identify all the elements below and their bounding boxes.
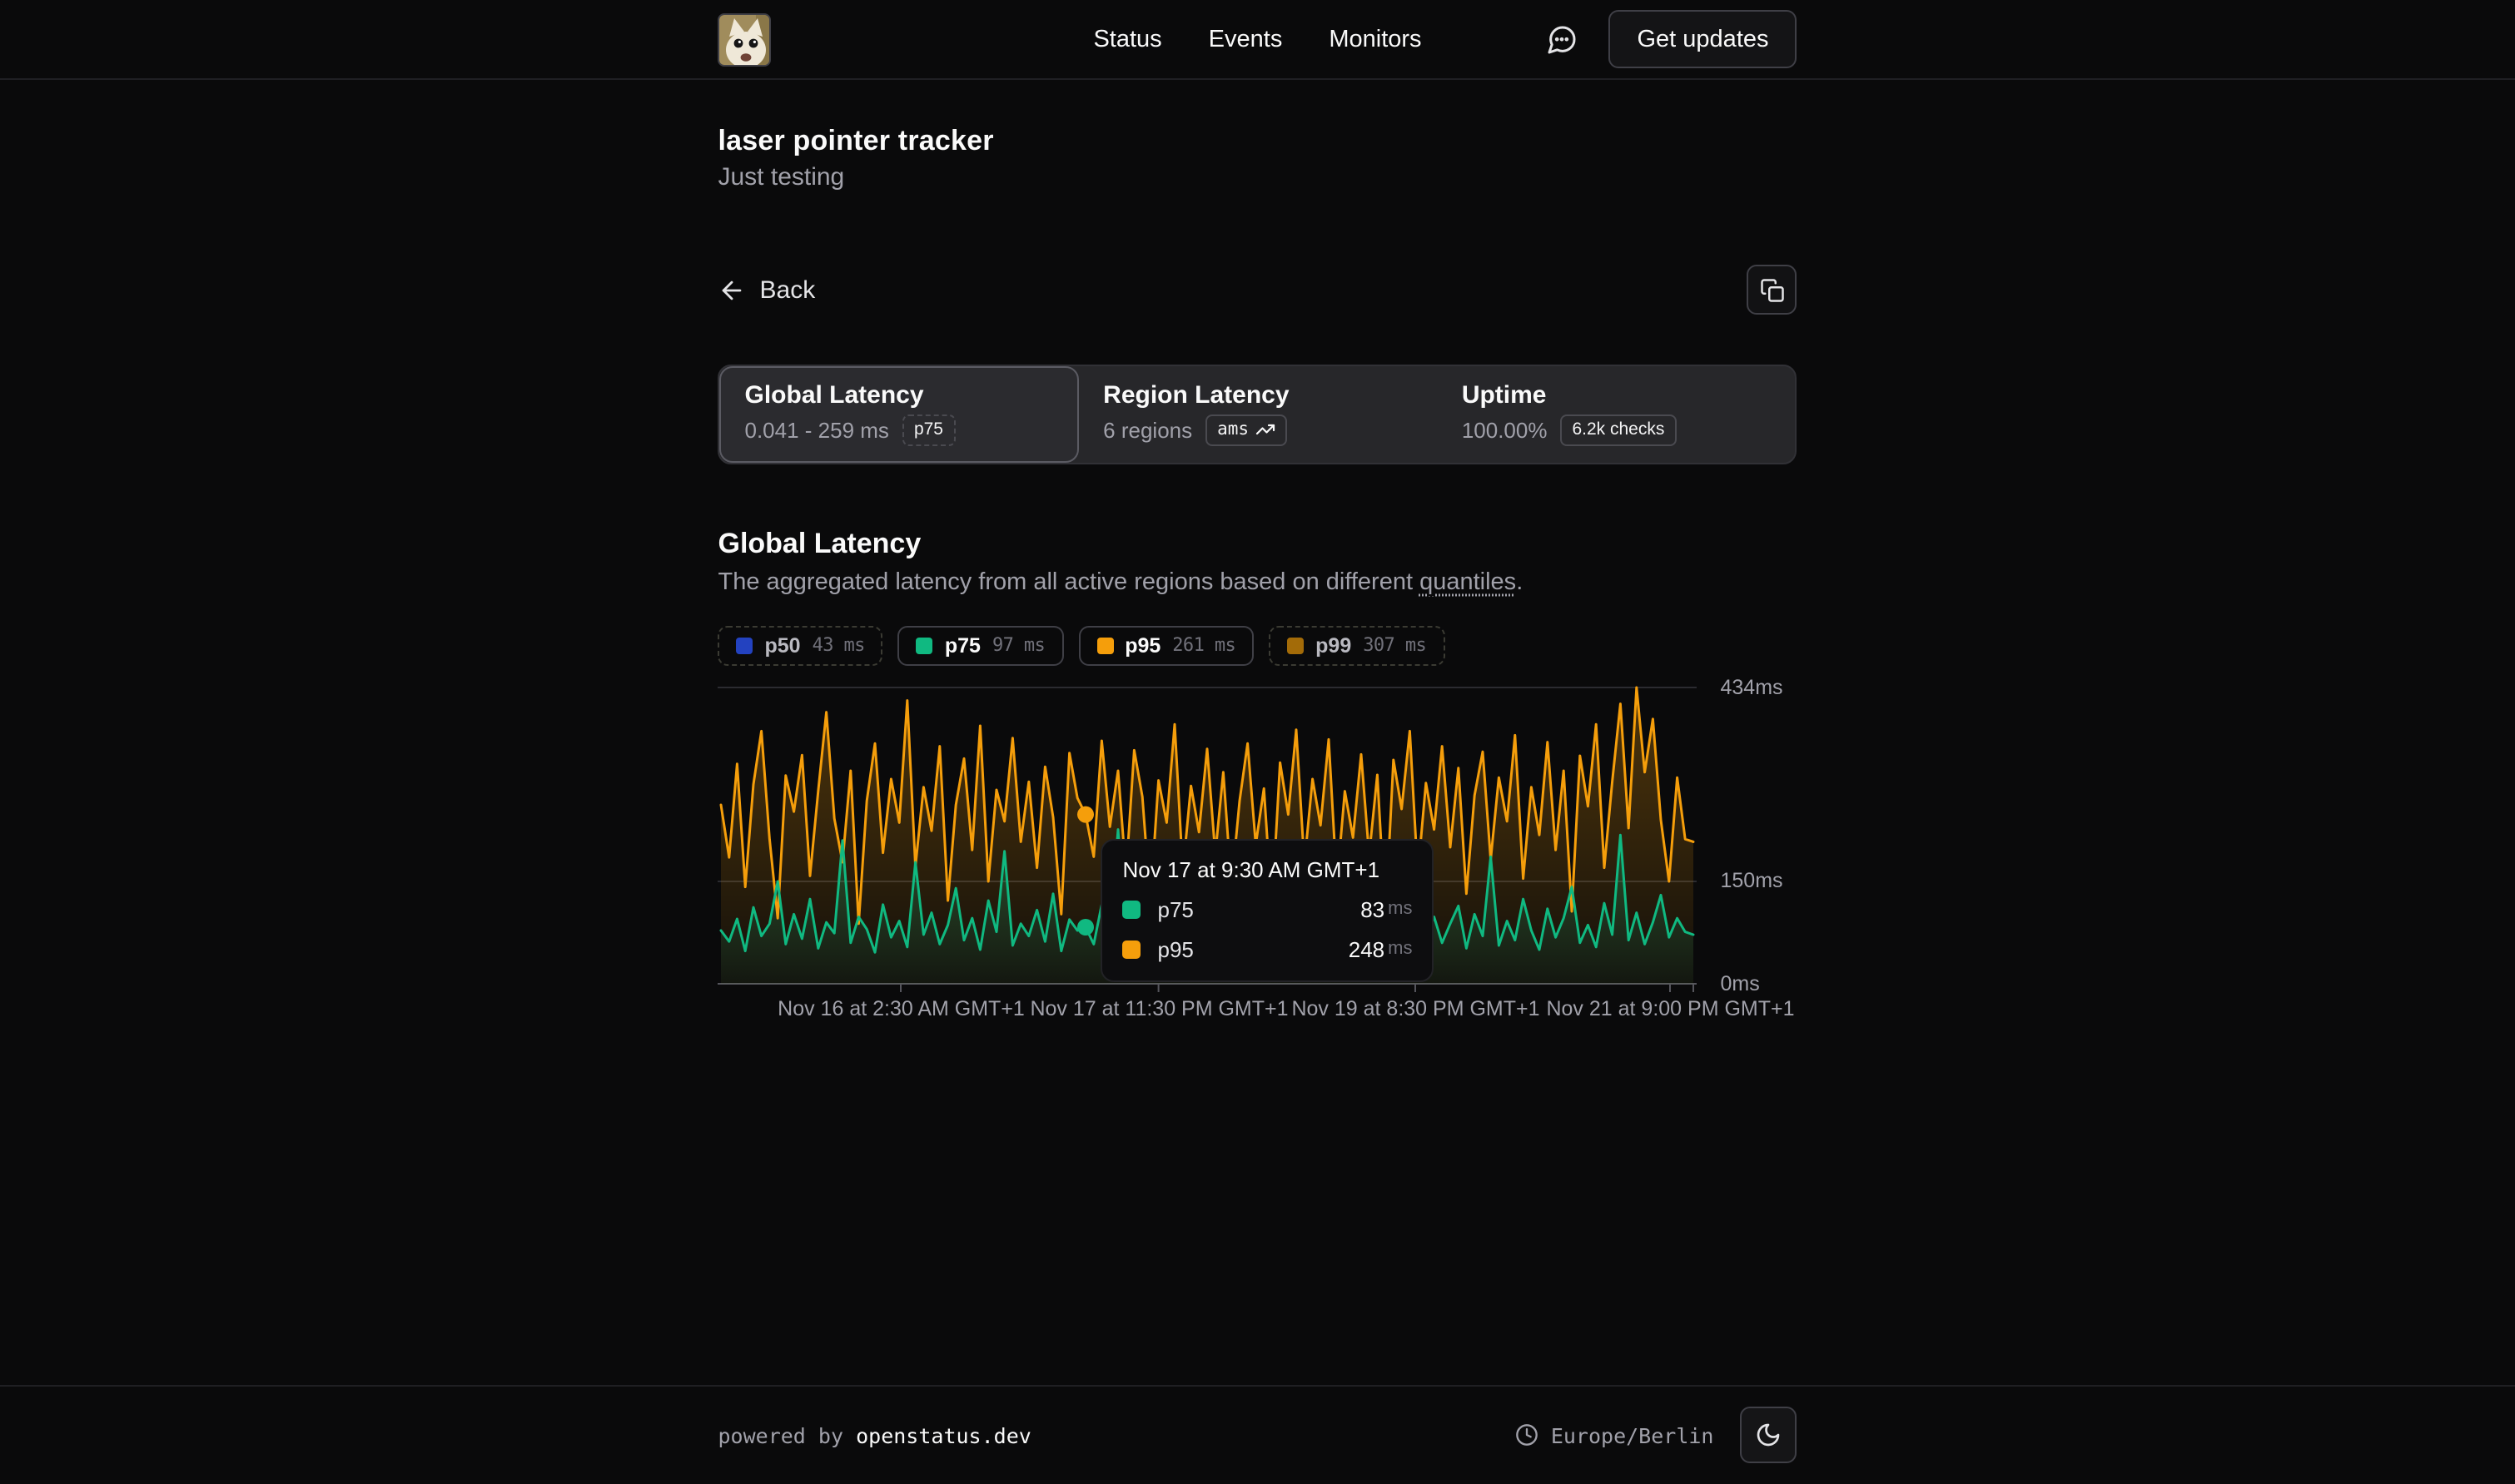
tooltip-value: 248 (1349, 936, 1384, 961)
p95-swatch (1096, 637, 1113, 653)
tab-uptime[interactable]: Uptime 100.00% 6.2k checks (1437, 366, 1796, 462)
legend-pill-p50[interactable]: p50 43 ms (718, 625, 883, 665)
section-desc-period: . (1516, 568, 1523, 595)
timezone: Europe/Berlin (1516, 1422, 1714, 1447)
tab-global-latency[interactable]: Global Latency 0.041 - 259 ms p75 (720, 366, 1079, 462)
legend-label: p99 (1315, 633, 1351, 657)
y-tick-zero: 0ms (1721, 971, 1760, 995)
x-tick-1: Nov 16 at 2:30 AM GMT+1 (778, 996, 1025, 1020)
x-tick-2: Nov 17 at 11:30 PM GMT+1 (1030, 996, 1288, 1020)
legend-pill-p95[interactable]: p95 261 ms (1078, 625, 1254, 665)
powered-by: powered by openstatus.dev (718, 1422, 1031, 1447)
legend-pill-p99[interactable]: p99 307 ms (1269, 625, 1444, 665)
theme-toggle-button[interactable] (1741, 1407, 1797, 1463)
nav-link-monitors[interactable]: Monitors (1329, 26, 1421, 52)
timezone-label: Europe/Berlin (1551, 1422, 1714, 1447)
section-description: The aggregated latency from all active r… (718, 568, 1797, 595)
back-link[interactable]: Back (718, 275, 816, 304)
nav-link-events[interactable]: Events (1209, 26, 1283, 52)
legend-label: p95 (1125, 633, 1161, 657)
tooltip-row-p75: p75 83 ms (1123, 896, 1413, 921)
x-tick-4: Nov 21 at 9:00 PM GMT+1 (1546, 996, 1794, 1020)
arrow-left-icon (718, 275, 747, 304)
legend-value: 307 ms (1363, 634, 1426, 656)
nav-link-status[interactable]: Status (1093, 26, 1161, 52)
quantile-badge: p75 (902, 414, 955, 445)
tab-value: 6 regions (1103, 418, 1192, 443)
chart-legend: p50 43 ms p75 97 ms p95 261 ms p99 307 m… (718, 625, 1797, 665)
tab-region-latency[interactable]: Region Latency 6 regions ams (1078, 366, 1437, 462)
legend-value: 43 ms (813, 634, 865, 656)
tooltip-unit: ms (1388, 939, 1412, 959)
region-badge: ams (1205, 414, 1287, 445)
clock-icon (1516, 1423, 1539, 1447)
legend-label: p75 (945, 633, 981, 657)
section-desc-text: The aggregated latency from all active r… (718, 568, 1420, 595)
legend-value: 97 ms (992, 634, 1045, 656)
x-tick-3: Nov 19 at 8:30 PM GMT+1 (1291, 996, 1539, 1020)
tooltip-label: p75 (1158, 896, 1194, 921)
legend-value: 261 ms (1172, 634, 1235, 656)
main-content: laser pointer tracker Just testing Back (0, 80, 2515, 1384)
cat-logo-icon (720, 14, 772, 66)
tab-value: 0.041 - 259 ms (745, 418, 889, 443)
x-axis-labels: Nov 16 at 2:30 AM GMT+1 Nov 17 at 11:30 … (718, 996, 1797, 1026)
metric-tabs: Global Latency 0.041 - 259 ms p75 Region… (718, 365, 1797, 464)
chart-tooltip: Nov 17 at 9:30 AM GMT+1 p75 83 ms p95 24… (1101, 838, 1434, 981)
get-updates-button[interactable]: Get updates (1609, 10, 1797, 68)
logo-image[interactable] (718, 12, 772, 66)
p99-swatch (1287, 637, 1304, 653)
checks-badge: 6.2k checks (1560, 414, 1676, 445)
p75-swatch (917, 637, 933, 653)
copy-link-button[interactable] (1747, 265, 1797, 315)
y-axis-labels: 434ms 150ms 0ms (1721, 677, 1797, 993)
y-tick-max: 434ms (1721, 675, 1783, 698)
footer: powered by openstatus.dev Europe/Berlin (0, 1384, 2515, 1484)
region-badge-label: ams (1217, 419, 1249, 441)
tab-value: 100.00% (1462, 418, 1548, 443)
latency-chart: 434ms 150ms 0ms Nov 16 at 2:30 AM GMT+1 … (718, 677, 1797, 1030)
tooltip-row-p95: p95 248 ms (1123, 936, 1413, 961)
top-nav: Status Events Monitors Get updates (0, 0, 2515, 80)
feedback-button[interactable] (1546, 22, 1579, 56)
tooltip-unit: ms (1388, 899, 1412, 919)
legend-pill-p75[interactable]: p75 97 ms (898, 625, 1063, 665)
tooltip-title: Nov 17 at 9:30 AM GMT+1 (1123, 856, 1413, 881)
openstatus-link[interactable]: openstatus.dev (856, 1422, 1031, 1447)
legend-label: p50 (765, 633, 801, 657)
powered-by-prefix: powered by (718, 1422, 857, 1447)
tooltip-label: p95 (1158, 936, 1194, 961)
trending-up-icon (1255, 420, 1275, 440)
nav-links: Status Events Monitors (1093, 0, 1421, 78)
section-title: Global Latency (718, 527, 1797, 560)
tab-title: Uptime (1462, 381, 1771, 409)
p50-swatch (737, 637, 753, 653)
tab-title: Region Latency (1103, 381, 1412, 409)
y-tick-mid: 150ms (1721, 868, 1783, 891)
tooltip-value: 83 (1360, 896, 1384, 921)
page-title: laser pointer tracker (718, 125, 1797, 158)
p75-swatch (1123, 900, 1141, 918)
page-subtitle: Just testing (718, 163, 1797, 191)
quantiles-link[interactable]: quantiles (1419, 568, 1516, 595)
copy-icon (1760, 277, 1785, 302)
status-page: Status Events Monitors Get updates la (0, 0, 2515, 1484)
p95-swatch (1123, 940, 1141, 958)
back-label: Back (760, 275, 816, 304)
tab-title: Global Latency (745, 381, 1054, 409)
message-bubble-icon (1546, 22, 1579, 56)
moon-icon (1756, 1422, 1782, 1448)
